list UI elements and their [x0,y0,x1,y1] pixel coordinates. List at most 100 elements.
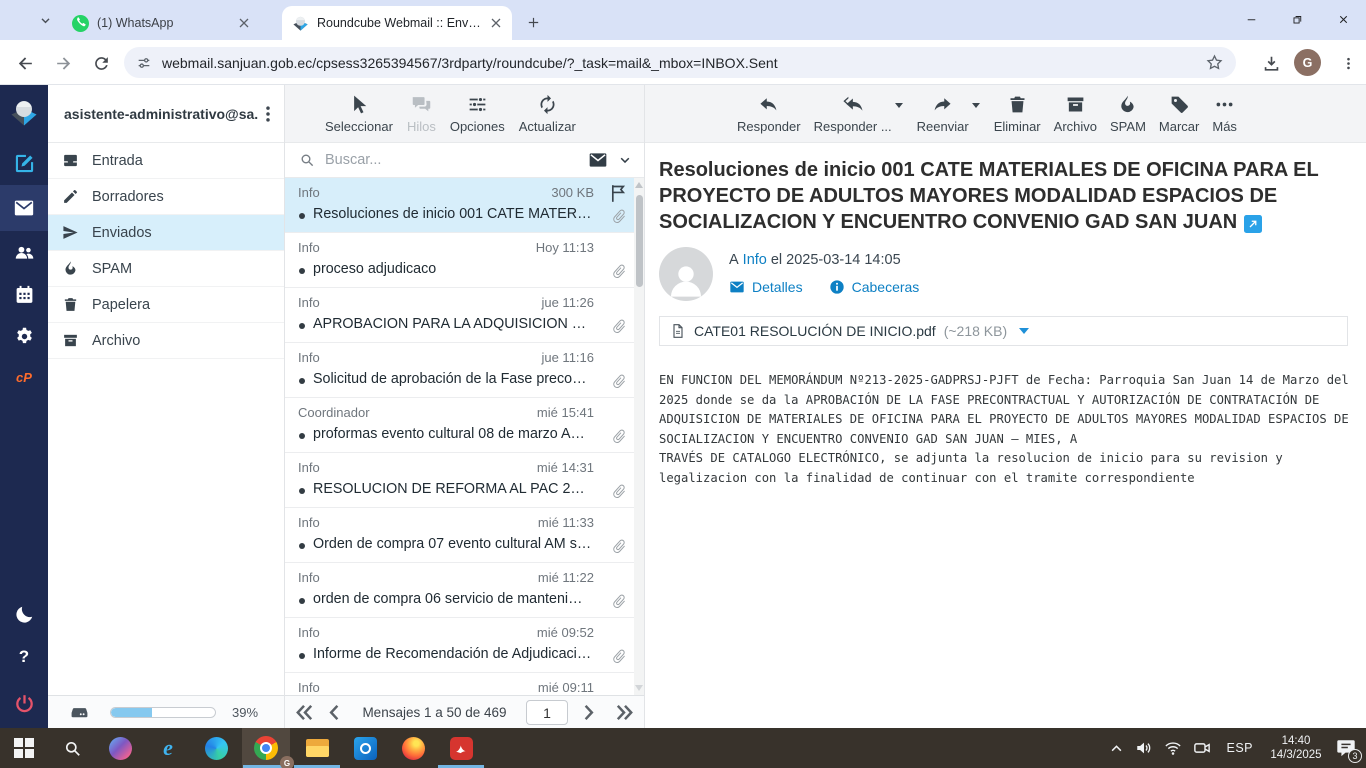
folder-borradores[interactable]: Borradores [48,179,284,215]
attachment-menu-icon[interactable] [1019,328,1029,334]
message-row[interactable]: Info mié 11:33 Orden de compra 07 evento… [285,508,644,563]
message-row[interactable]: Info mié 14:31 RESOLUCION DE REFORMA AL … [285,453,644,508]
chevron-down-icon[interactable] [618,153,632,167]
taskbar-edge-button[interactable] [192,728,240,768]
delete-button[interactable]: Eliminar [994,94,1041,134]
sender-details: AInfoel 2025-03-14 14:05 Detalles Cabece… [729,247,919,301]
scroll-down-icon[interactable] [635,685,643,691]
address-bar[interactable]: webmail.sanjuan.gob.ec/cpsess3265394567/… [124,47,1236,78]
taskbar-firefox-button[interactable] [389,728,437,768]
tab-roundcube-active[interactable]: Roundcube Webmail :: Enviados [282,6,512,40]
browser-forward-button[interactable] [48,48,78,78]
new-tab-button[interactable] [520,9,546,35]
window-close-button[interactable] [1320,0,1366,38]
prev-page-button[interactable] [323,701,346,724]
folder-enviados[interactable]: Enviados [48,215,284,251]
bookmark-star-icon[interactable] [1205,53,1224,72]
message-row[interactable]: Info jue 11:26 APROBACION PARA LA ADQUIS… [285,288,644,343]
rail-calendar-button[interactable] [0,273,48,315]
meet-now-icon[interactable] [1193,739,1211,757]
taskbar-ie-button[interactable]: e [144,728,192,768]
browser-profile-avatar[interactable]: G [1294,49,1321,76]
taskbar-acrobat-button[interactable] [437,728,485,768]
taskbar-explorer-button[interactable] [293,728,341,768]
options-button[interactable]: Opciones [450,94,505,134]
rail-help-button[interactable]: ? [0,636,48,678]
reply-all-button[interactable]: Responder ... [814,94,892,134]
rail-cpanel-button[interactable]: cP [0,357,48,397]
message-row[interactable]: Info mié 11:22 orden de compra 06 servic… [285,563,644,618]
tab-close-icon[interactable] [488,15,504,31]
tab-close-icon[interactable] [236,15,252,31]
taskbar-outlook-button[interactable] [341,728,389,768]
mark-mail-icon[interactable] [588,150,608,170]
more-button[interactable]: Más [1212,94,1237,134]
search-input[interactable] [325,152,578,168]
threads-button[interactable]: Hilos [407,94,436,134]
downloads-button[interactable] [1256,48,1286,78]
page-number-input[interactable] [526,700,568,725]
speaker-icon[interactable] [1135,739,1153,757]
first-page-button[interactable] [293,701,316,724]
spam-button[interactable]: SPAM [1110,94,1146,134]
open-external-button[interactable] [1244,215,1262,233]
clock[interactable]: 14:4014/3/2025 [1268,734,1324,762]
last-page-button[interactable] [613,701,636,724]
account-menu-icon[interactable] [258,104,278,124]
rail-settings-button[interactable] [0,315,48,357]
rail-mail-button[interactable] [0,185,48,231]
message-row[interactable]: Info 300 KB Resoluciones de inicio 001 C… [285,178,644,233]
start-button[interactable] [0,728,48,768]
headers-link[interactable]: Cabeceras [829,279,920,295]
message-row[interactable]: Info mié 09:52 Informe de Recomendación … [285,618,644,673]
recipient-line: AInfoel 2025-03-14 14:05 [729,252,919,268]
folder-archivo[interactable]: Archivo [48,323,284,359]
language-indicator[interactable]: ESP [1222,741,1257,755]
tab-whatsapp[interactable]: (1) WhatsApp [62,6,260,40]
scroll-up-icon[interactable] [635,182,643,188]
message-row[interactable]: Info jue 11:16 Solicitud de aprobación d… [285,343,644,398]
browser-reload-button[interactable] [86,48,116,78]
refresh-button[interactable]: Actualizar [519,94,576,134]
folder-papelera[interactable]: Papelera [48,287,284,323]
window-restore-button[interactable] [1274,0,1320,38]
message-row[interactable]: Info Hoy 11:13 proceso adjudicaco [285,233,644,288]
folder-spam[interactable]: SPAM [48,251,284,287]
message-row[interactable]: Coordinador mié 15:41 proformas evento c… [285,398,644,453]
hidden-icons-chevron[interactable] [1109,741,1124,756]
forward-button[interactable]: Reenviar [917,94,969,134]
attachment-bar[interactable]: CATE01 RESOLUCIÓN DE INICIO.pdf (~218 KB… [659,316,1348,346]
attachment-filename[interactable]: CATE01 RESOLUCIÓN DE INICIO.pdf [694,323,936,339]
taskbar-copilot-button[interactable] [96,728,144,768]
next-page-button[interactable] [577,701,600,724]
archive-button[interactable]: Archivo [1054,94,1097,134]
browser-menu-button[interactable] [1334,48,1362,78]
taskbar-search-button[interactable] [48,728,96,768]
rail-logout-button[interactable] [0,678,48,728]
paperclip-icon [610,262,629,281]
subject-text: Resoluciones de inicio 001 CATE MATERIAL… [659,159,1318,233]
mark-button[interactable]: Marcar [1159,94,1199,134]
message-row[interactable]: Info mié 09:11 [285,673,644,695]
details-link[interactable]: Detalles [729,279,803,295]
reply-button[interactable]: Responder [737,94,801,134]
notification-center-button[interactable]: 3 [1335,737,1358,760]
list-scrollbar[interactable] [634,178,644,695]
select-button[interactable]: Seleccionar [325,94,393,134]
browser-back-button[interactable] [10,48,40,78]
window-minimize-button[interactable] [1228,0,1274,38]
scrollbar-thumb[interactable] [636,195,643,287]
folder-entrada[interactable]: Entrada [48,143,284,179]
tab-search-button[interactable] [32,7,58,33]
rail-contacts-button[interactable] [0,231,48,273]
attachment-size: (~218 KB) [944,323,1007,339]
wifi-icon[interactable] [1164,739,1182,757]
rail-dark-mode-button[interactable] [0,592,48,636]
flag-icon[interactable] [608,183,629,204]
message-subject-title: Resoluciones de inicio 001 CATE MATERIAL… [659,157,1321,235]
recipient-link[interactable]: Info [743,252,767,268]
site-settings-icon[interactable] [136,55,152,71]
rail-compose-button[interactable] [0,141,48,185]
url-text[interactable]: webmail.sanjuan.gob.ec/cpsess3265394567/… [162,55,1195,71]
taskbar-chrome-button[interactable]: G [242,728,290,768]
